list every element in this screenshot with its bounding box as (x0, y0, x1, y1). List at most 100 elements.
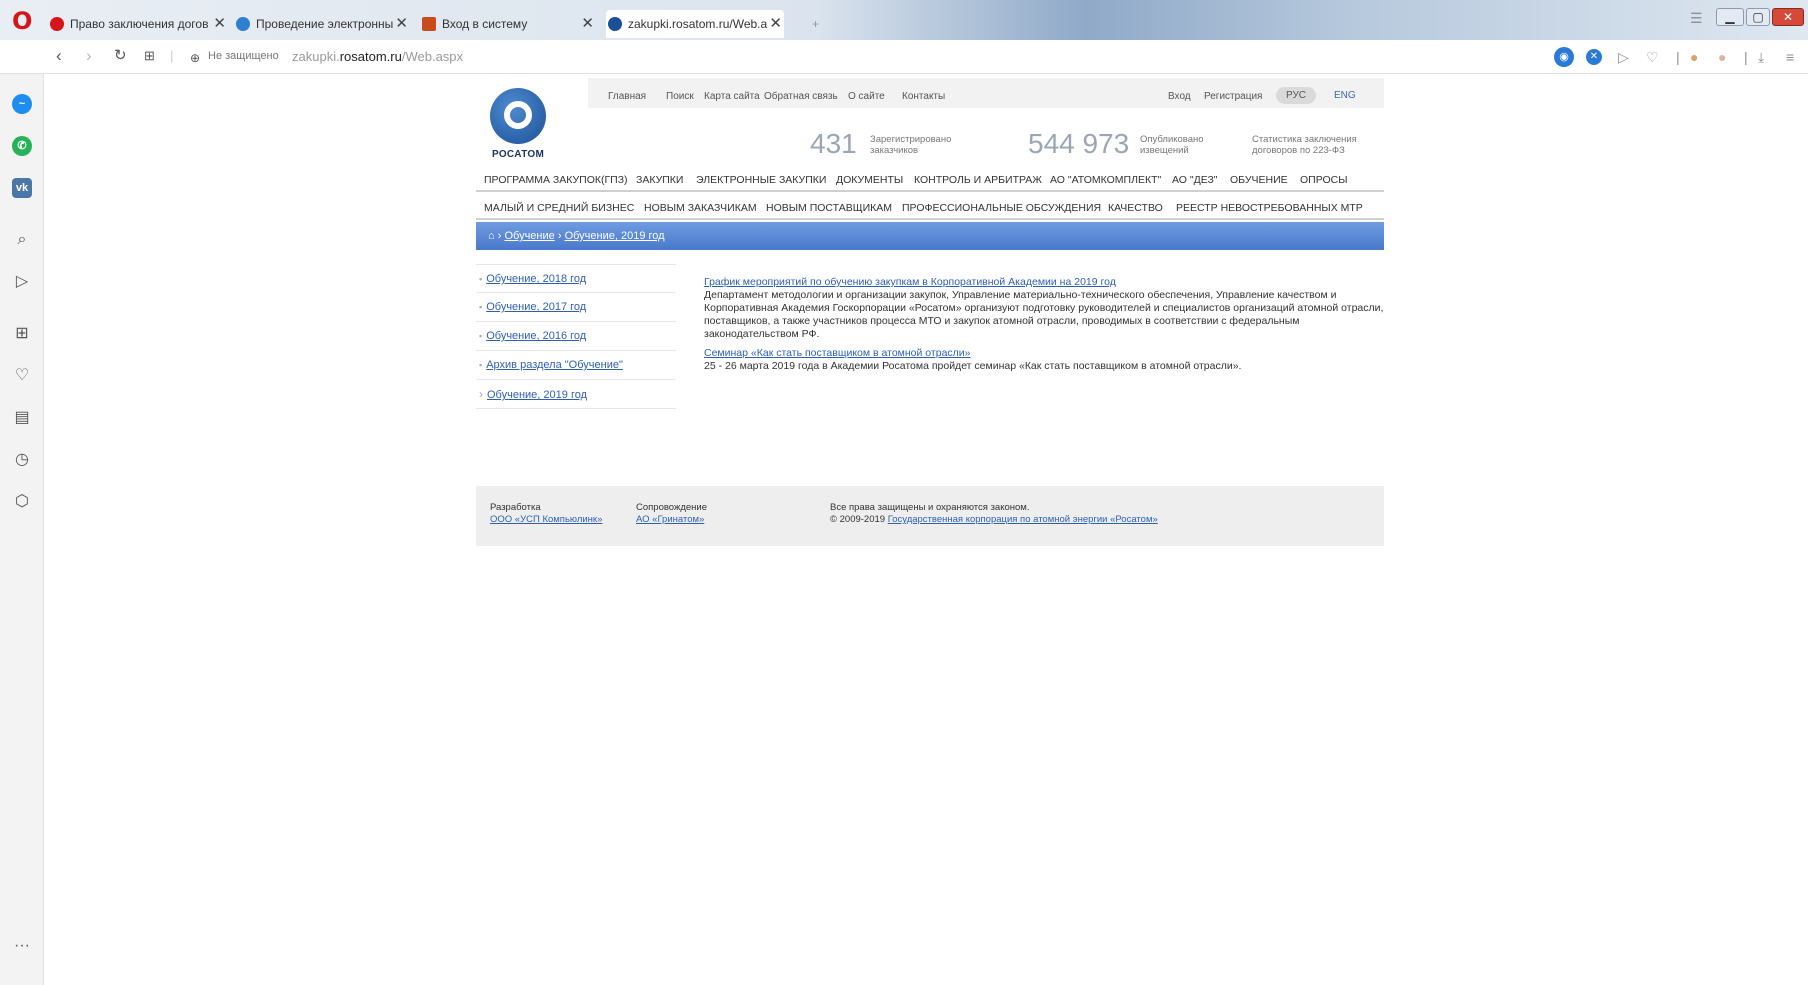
nav-sme[interactable]: МАЛЫЙ И СРЕДНИЙ БИЗНЕС (484, 202, 634, 214)
menu-icon[interactable]: ≡ (1786, 49, 1794, 65)
download-icon[interactable]: ⤓ (1758, 49, 1764, 65)
close-window-button[interactable]: ✕ (1772, 8, 1804, 26)
tab-4-active[interactable]: zakupki.rosatom.ru/Web.a ✕ (606, 10, 784, 38)
url-field[interactable]: zakupki.rosatom.ru/Web.aspx (292, 49, 463, 64)
breadcrumb-training-2019[interactable]: Обучение, 2019 год (565, 230, 665, 242)
nav-purchases[interactable]: ЗАКУПКИ (636, 174, 683, 186)
lang-en-button[interactable]: ENG (1324, 87, 1366, 104)
camera-icon[interactable]: ◉ (1554, 47, 1574, 67)
menu-about[interactable]: О сайте (848, 91, 885, 102)
breadcrumb-training[interactable]: Обучение (504, 230, 554, 242)
link-training-2017[interactable]: Обучение, 2017 год (486, 301, 586, 313)
nav-atomkomplekt[interactable]: АО "АТОМКОМПЛЕКТ" (1050, 174, 1161, 186)
reload-icon[interactable]: ↻ (114, 46, 127, 66)
plus-icon: + (812, 17, 820, 31)
link-training-2016[interactable]: Обучение, 2016 год (486, 330, 586, 342)
menu-home[interactable]: Главная (608, 91, 646, 102)
menu-search[interactable]: Поиск (666, 91, 694, 102)
history-icon[interactable]: ◷ (12, 450, 32, 470)
login-link[interactable]: Вход (1168, 91, 1191, 102)
news-icon[interactable]: ▤ (12, 408, 32, 428)
bullet-icon: ▪ (479, 274, 483, 284)
close-icon[interactable]: ✕ (769, 10, 782, 38)
whatsapp-icon[interactable]: ✆ (12, 136, 32, 156)
stat-notices-value: 544 973 (1028, 128, 1130, 159)
heart-icon[interactable]: ♡ (12, 366, 32, 386)
close-icon[interactable]: ✕ (581, 10, 594, 38)
extension-icon[interactable]: ● (1690, 49, 1698, 65)
back-icon[interactable]: ‹ (56, 46, 62, 66)
vk-icon[interactable]: vk (12, 178, 32, 198)
heart-icon[interactable]: ♡ (1646, 49, 1659, 65)
nav-registry[interactable]: РЕЕСТР НЕВОСТРЕБОВАННЫХ МТР (1176, 202, 1363, 214)
speed-dial-icon[interactable]: ⊞ (144, 46, 155, 66)
footer-rights-text: Все права защищены и охраняются законом. (830, 502, 1030, 513)
nav-training[interactable]: ОБУЧЕНИЕ (1230, 174, 1288, 186)
footer-corp-link[interactable]: Государственная корпорация по атомной эн… (888, 514, 1158, 525)
close-icon[interactable]: ✕ (395, 10, 408, 38)
link-training-2019[interactable]: Обучение, 2019 год (487, 389, 587, 401)
nav-new-customers[interactable]: НОВЫМ ЗАКАЗЧИКАМ (644, 202, 757, 214)
nav-surveys[interactable]: ОПРОСЫ (1300, 174, 1348, 186)
nav-control[interactable]: КОНТРОЛЬ И АРБИТРАЖ (914, 174, 1042, 186)
link-training-archive[interactable]: Архив раздела "Обучение" (486, 359, 623, 371)
forward-icon[interactable]: › (86, 46, 92, 66)
vpn-icon[interactable]: ✕ (1586, 49, 1602, 65)
sub-nav: МАЛЫЙ И СРЕДНИЙ БИЗНЕС НОВЫМ ЗАКАЗЧИКАМ … (476, 196, 1384, 220)
extensions-icon[interactable]: ⬡ (12, 492, 32, 512)
article-title[interactable]: Семинар «Как стать поставщиком в атомной… (704, 347, 970, 359)
tab-favicon (50, 17, 64, 31)
menu-sitemap[interactable]: Карта сайта (704, 91, 760, 102)
new-tab-button[interactable]: + (790, 10, 1040, 38)
left-menu-item-current: › Обучение, 2019 год (476, 380, 676, 409)
send-icon[interactable]: ▷ (1618, 49, 1629, 65)
stats-link[interactable]: Статистика заключения договоров по 223-Ф… (1252, 134, 1368, 156)
tab-menu-icon[interactable]: ☰ (1690, 10, 1703, 26)
opera-menu-icon[interactable]: O (12, 9, 34, 33)
link-training-2018[interactable]: Обучение, 2018 год (486, 273, 586, 285)
nav-new-suppliers[interactable]: НОВЫМ ПОСТАВЩИКАМ (766, 202, 892, 214)
nav-discussions[interactable]: ПРОФЕССИОНАЛЬНЫЕ ОБСУЖДЕНИЯ (902, 202, 1101, 214)
register-link[interactable]: Регистрация (1204, 91, 1262, 102)
tab-1[interactable]: Право заключения догов ✕ (48, 10, 228, 38)
menu-contacts[interactable]: Контакты (902, 91, 945, 102)
search-icon[interactable]: ⌕ (12, 230, 32, 250)
article-title[interactable]: График мероприятий по обучению закупкам … (704, 276, 1116, 288)
maximize-button[interactable]: ▢ (1746, 8, 1770, 26)
url-prefix: zakupki. (292, 49, 340, 64)
menu-feedback[interactable]: Обратная связь (764, 91, 838, 102)
rosatom-logo[interactable] (490, 88, 546, 144)
speed-dial-icon[interactable]: ⊞ (12, 324, 32, 344)
footer-copyright: © 2009-2019 (830, 514, 886, 525)
left-menu-item: ▪ Обучение, 2017 год (476, 293, 676, 322)
messenger-icon[interactable]: ~ (12, 94, 32, 114)
nav-quality[interactable]: КАЧЕСТВО (1108, 202, 1163, 214)
breadcrumb-sep: › (557, 230, 562, 242)
security-label[interactable]: Не защищено (208, 50, 279, 62)
tab-label: Вход в систему (442, 17, 528, 31)
footer: Разработка ООО «УСП Компьюлинк» Сопровож… (476, 486, 1384, 546)
divider: | (170, 48, 174, 63)
close-icon[interactable]: ✕ (213, 10, 226, 38)
send-icon[interactable]: ▷ (12, 272, 32, 292)
nav-gpz[interactable]: ПРОГРАММА ЗАКУПОК(ГПЗ) (484, 174, 628, 186)
browser-tab-bar: O Право заключения догов ✕ Проведение эл… (0, 0, 1808, 40)
home-icon[interactable]: ⌂ (488, 230, 495, 242)
nav-dez[interactable]: АО "ДЕЗ" (1172, 174, 1218, 186)
footer-support-link[interactable]: АО «Гринатом» (636, 514, 704, 525)
breadcrumb-sep: › (497, 230, 502, 242)
minimize-button[interactable]: ▁ (1716, 8, 1744, 26)
left-menu-item: ▪ Архив раздела "Обучение" (476, 351, 676, 380)
lang-ru-button[interactable]: РУС (1276, 87, 1317, 104)
tab-3[interactable]: Вход в систему ✕ (420, 10, 596, 38)
logo-text: РОСАТОМ (492, 149, 545, 160)
more-icon[interactable]: ··· (12, 936, 32, 956)
tab-2[interactable]: Проведение электронны ✕ (234, 10, 410, 38)
footer-dev-link[interactable]: ООО «УСП Компьюлинк» (490, 514, 602, 525)
globe-icon[interactable]: ⊕ (190, 48, 200, 68)
extension-icon[interactable]: ● (1718, 49, 1726, 65)
tab-label: Право заключения догов (70, 17, 209, 31)
divider: | (1676, 49, 1680, 65)
nav-documents[interactable]: ДОКУМЕНТЫ (836, 174, 903, 186)
nav-e-purchases[interactable]: ЭЛЕКТРОННЫЕ ЗАКУПКИ (696, 174, 826, 186)
